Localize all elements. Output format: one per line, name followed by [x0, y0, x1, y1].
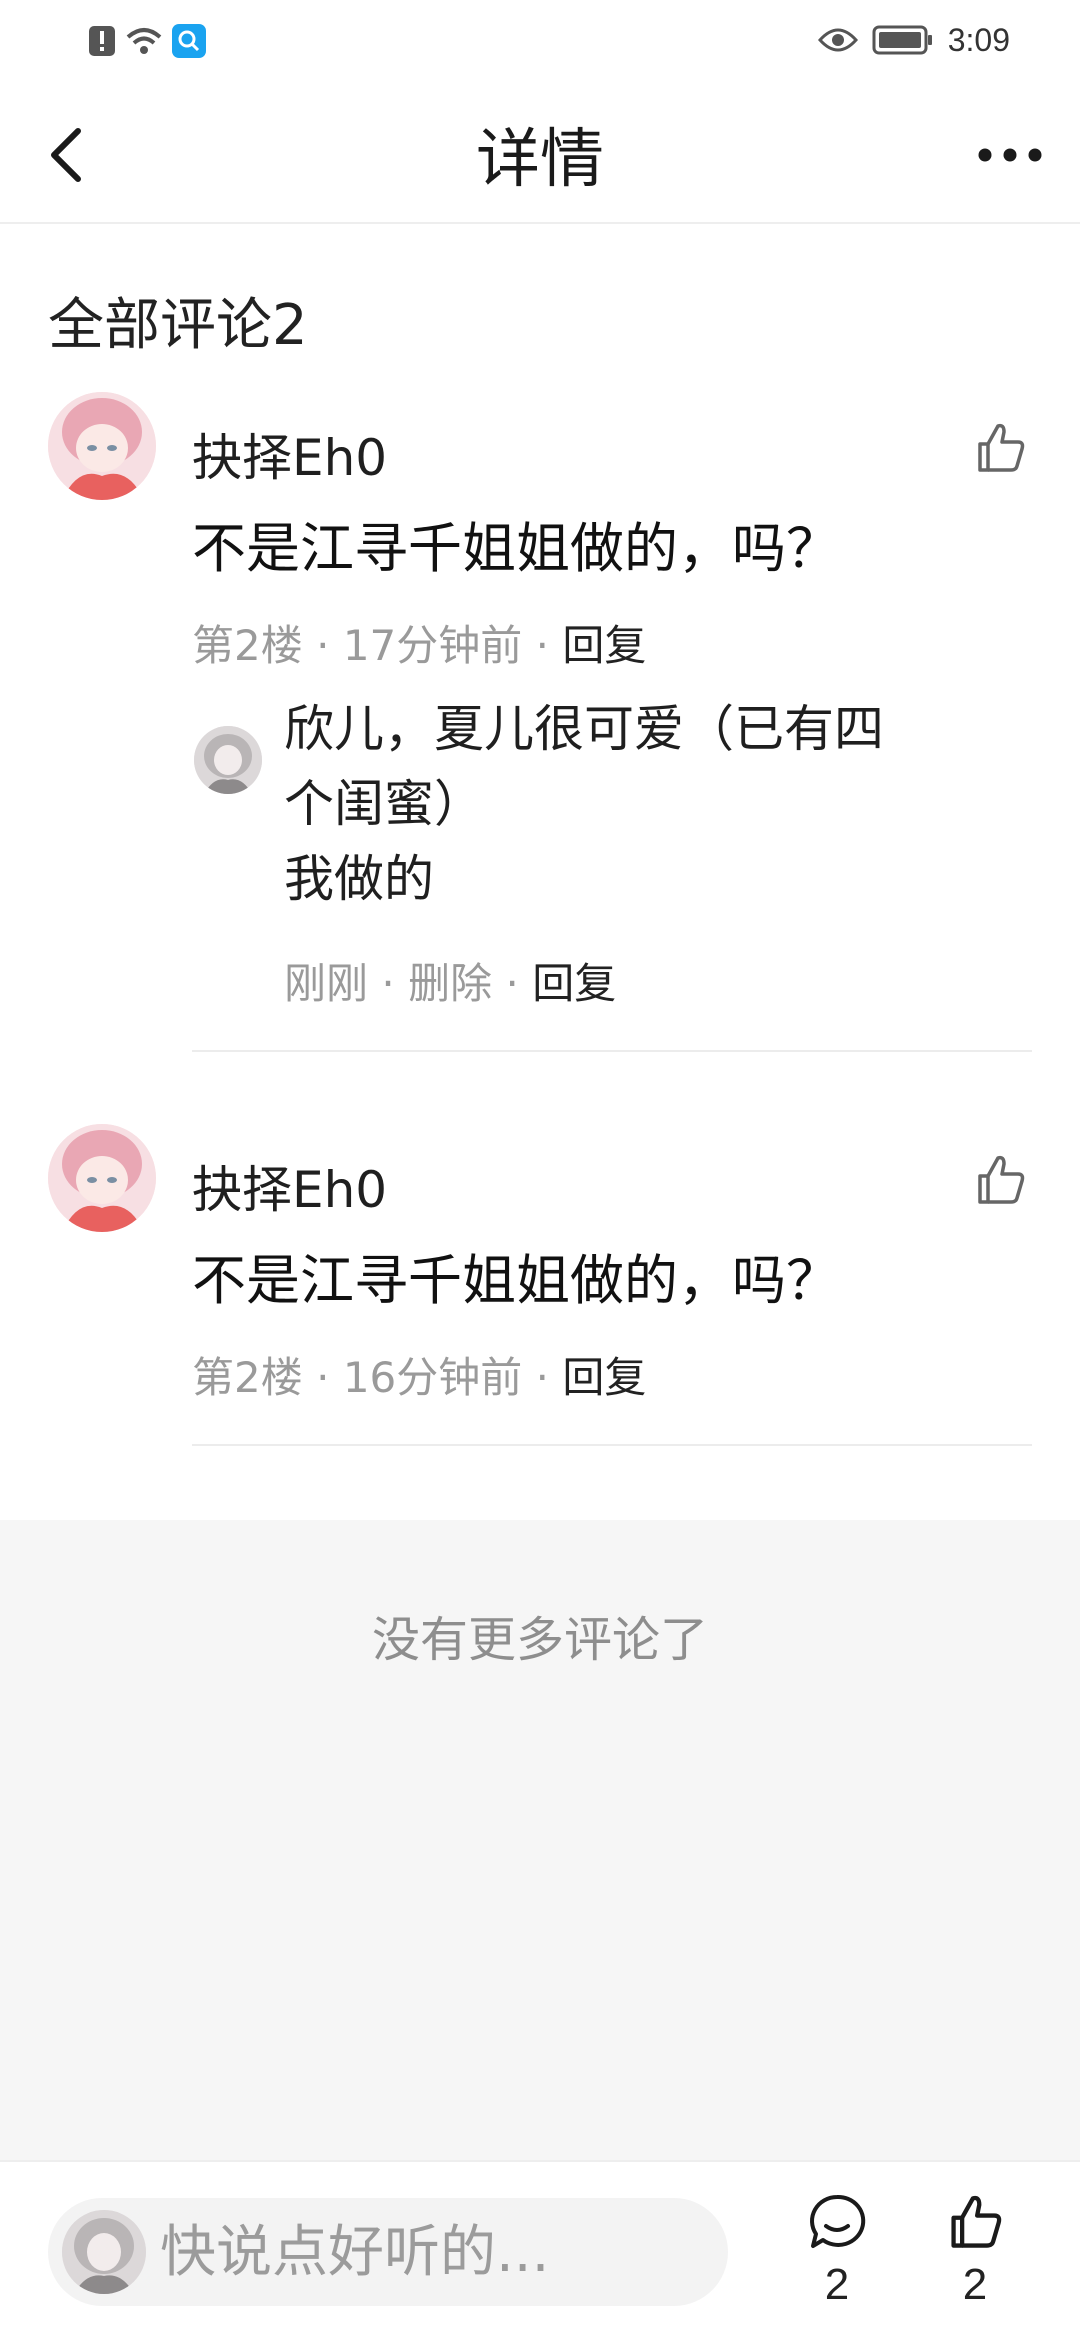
more-options-button[interactable] — [976, 132, 1044, 178]
bottom-comment-bar: 2 2 — [0, 2160, 1080, 2340]
reply-text-line: 我做的 — [284, 850, 434, 908]
reply-text-line: 欣儿，夏儿很可爱（已有四 — [284, 700, 884, 758]
reply-meta: 刚刚 · 删除 · 回复 — [284, 950, 616, 1011]
reply-button[interactable]: 回复 — [562, 1353, 646, 1402]
comment-text: 不是江寻千姐姐做的，吗？ — [192, 1249, 840, 1312]
like-button[interactable]: 2 — [930, 2192, 1020, 2332]
thumbs-up-icon[interactable] — [972, 420, 1028, 476]
meta-separator: · — [505, 959, 519, 1008]
comment-time: 16分钟前 — [342, 1353, 523, 1402]
battery-icon — [872, 25, 932, 55]
reply-avatar[interactable] — [194, 726, 262, 794]
meta-separator: · — [381, 959, 395, 1008]
status-right-icons: 3:09 — [817, 18, 1010, 62]
comments-button[interactable]: 2 — [792, 2192, 882, 2332]
avatar[interactable] — [48, 392, 156, 500]
meta-separator: · — [316, 621, 330, 670]
comment-text: 不是江寻千姐姐做的，吗？ — [192, 517, 840, 580]
wifi-icon — [126, 28, 162, 54]
search-app-icon — [172, 24, 206, 58]
comment-meta: 第2楼 · 16分钟前 · 回复 — [192, 1344, 646, 1405]
thumbs-up-icon — [951, 2195, 1002, 2248]
comment-username[interactable]: 抉择Eh0 — [192, 418, 387, 490]
status-bar: 3:09 — [0, 0, 1080, 80]
reply-button[interactable]: 回复 — [562, 621, 646, 670]
eye-icon — [817, 28, 858, 52]
like-count: 2 — [962, 2260, 988, 2309]
my-avatar — [62, 2210, 146, 2294]
comment-time: 17分钟前 — [342, 621, 523, 670]
reply-button[interactable]: 回复 — [532, 959, 616, 1008]
reply-text: 欣儿，夏儿很可爱（已有四 个闺蜜） 我做的 — [284, 692, 984, 917]
meta-separator: · — [316, 1353, 330, 1402]
page-title: 详情 — [476, 123, 604, 197]
notification-alert-icon — [89, 26, 115, 56]
comment-bubble-icon — [810, 2194, 866, 2248]
avatar[interactable] — [48, 1124, 156, 1232]
comment-input[interactable] — [160, 2198, 700, 2306]
comment-divider — [192, 1050, 1032, 1052]
comment-username[interactable]: 抉择Eh0 — [192, 1150, 387, 1222]
no-more-area: 没有更多评论了 — [0, 1520, 1080, 2160]
meta-separator: · — [535, 621, 549, 670]
comment-floor: 第2楼 — [192, 1353, 303, 1402]
status-time: 3:09 — [947, 21, 1010, 58]
all-comments-title: 全部评论2 — [48, 293, 308, 358]
more-dots-icon — [978, 148, 1042, 162]
meta-separator: · — [535, 1353, 549, 1402]
comment-input-pill[interactable] — [48, 2198, 728, 2306]
comment-divider — [192, 1444, 1032, 1446]
top-nav-bar: 详情 — [0, 80, 1080, 224]
status-left-icons — [88, 22, 206, 60]
thumbs-up-icon[interactable] — [972, 1152, 1028, 1208]
delete-button[interactable]: 删除 — [408, 959, 492, 1008]
reply-time: 刚刚 — [284, 959, 369, 1008]
comment-floor: 第2楼 — [192, 621, 303, 670]
reply-text-line: 个闺蜜） — [284, 775, 484, 833]
comment-meta: 第2楼 · 17分钟前 · 回复 — [192, 612, 646, 673]
comment-count: 2 — [824, 2260, 850, 2309]
no-more-comments-text: 没有更多评论了 — [371, 1612, 708, 1668]
